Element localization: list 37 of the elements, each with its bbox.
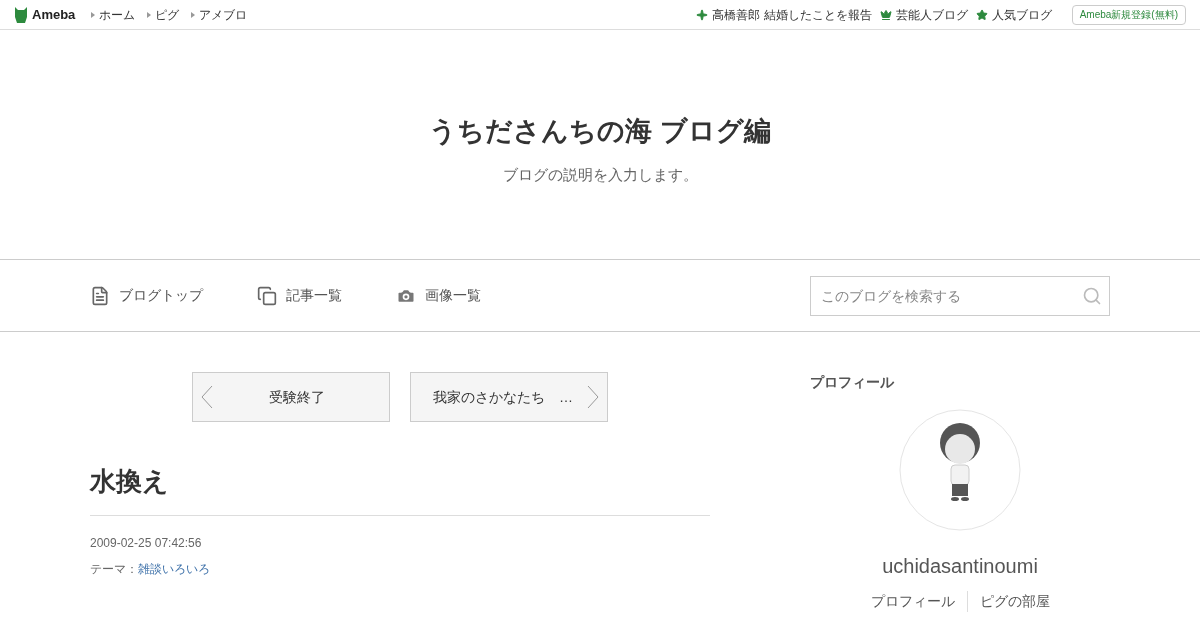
search-field[interactable]: このブログを検索する (810, 275, 1110, 316)
article-date: 2009-02-25 07:42:56 (90, 535, 203, 552)
avatar-icon (899, 409, 1021, 531)
next-post-button[interactable]: 我家のさかなたち … (410, 372, 608, 422)
profile-heading: プロフィール (810, 373, 895, 392)
blog-title[interactable]: うちださんちの海 ブログ編 (429, 111, 771, 152)
blog-description: ブログの説明を入力します。 (502, 164, 698, 185)
document-icon (90, 285, 110, 306)
profile-name[interactable]: uchidasantinoumi (810, 551, 1110, 581)
top-link[interactable]: ピグ (147, 5, 180, 24)
signup-button[interactable]: Ameba新規登録(無料) (1071, 4, 1186, 25)
news-link[interactable]: 人気ブログ (975, 5, 1052, 24)
logo-icon (14, 5, 28, 24)
nav-link[interactable]: 画像一覧 (396, 285, 481, 306)
triangle-icon (147, 11, 152, 18)
profile-link[interactable]: プロフィール (870, 591, 955, 612)
top-link[interactable]: アメブロ (191, 5, 248, 24)
theme-link[interactable]: 雑談いろいろ (138, 560, 210, 578)
news-link[interactable]: 高橋善郎 結婚したことを報告 (696, 5, 872, 24)
pages-icon (257, 285, 277, 306)
triangle-icon (191, 11, 196, 18)
nav-link[interactable]: 記事一覧 (257, 285, 342, 306)
nav-link[interactable]: ブログトップ (90, 285, 203, 306)
previous-post-button[interactable]: 受験終了 (192, 372, 390, 422)
chevron-right-icon (587, 385, 599, 409)
top-link[interactable]: ホーム (91, 5, 136, 24)
search-icon[interactable] (1082, 285, 1102, 306)
theme-label: テーマ： (90, 561, 138, 578)
crown-icon (879, 8, 892, 21)
triangle-icon (91, 11, 96, 18)
star-icon (975, 8, 988, 21)
chevron-left-icon (201, 385, 213, 409)
logo-text[interactable]: Ameba (32, 4, 76, 25)
profile-link[interactable]: ピグの部屋 (966, 591, 1050, 612)
sparkle-icon (696, 8, 709, 21)
news-link[interactable]: 芸能人ブログ (879, 5, 968, 24)
article-title[interactable]: 水換え (90, 462, 710, 516)
